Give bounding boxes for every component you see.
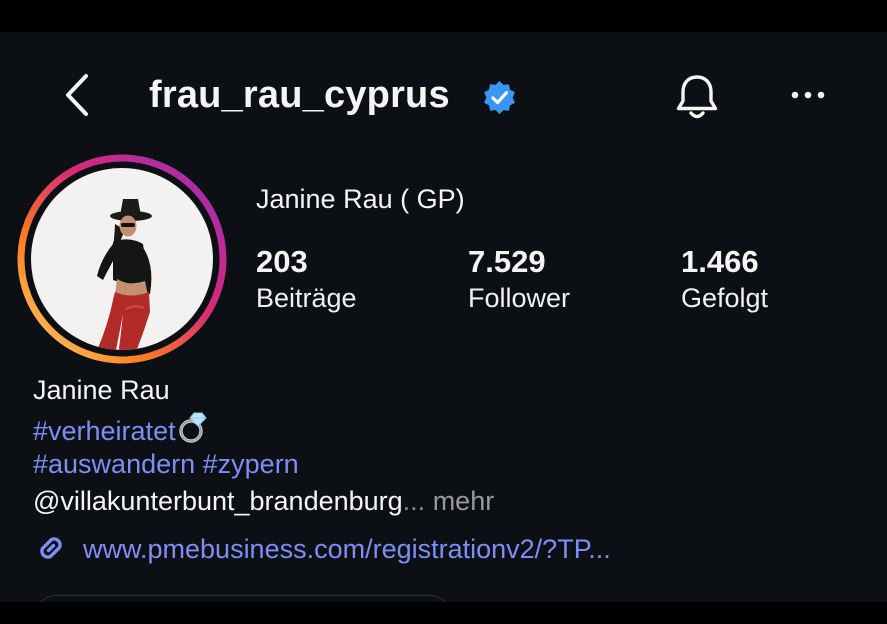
- profile-avatar-story-ring[interactable]: [17, 154, 227, 364]
- profile-website-link[interactable]: www.pmebusiness.com/registrationv2/?TP..…: [33, 529, 611, 569]
- bio-ellipsis: ...: [402, 486, 426, 516]
- more-options-button[interactable]: [786, 82, 830, 108]
- bell-icon: [676, 75, 718, 119]
- notifications-bell-button[interactable]: [673, 72, 721, 122]
- hashtag-link[interactable]: #zypern: [203, 449, 299, 479]
- back-button[interactable]: [58, 72, 98, 118]
- link-icon: [40, 537, 62, 559]
- website-url: www.pmebusiness.com/registrationv2/?TP..…: [83, 534, 611, 564]
- followers-count: 7.529: [468, 244, 546, 279]
- verified-badge-icon: [484, 80, 515, 115]
- partially-visible-button[interactable]: [35, 595, 451, 602]
- following-stat[interactable]: 1.466 Gefolgt: [681, 244, 768, 316]
- back-icon: [66, 74, 88, 116]
- followers-stat[interactable]: 7.529 Follower: [468, 244, 570, 316]
- bio-more-link[interactable]: mehr: [433, 486, 495, 516]
- ring-emoji-icon: [178, 412, 207, 443]
- hashtag-link[interactable]: #auswandern: [33, 449, 195, 479]
- bio-name: Janine Rau: [33, 375, 170, 405]
- following-count: 1.466: [681, 244, 759, 279]
- profile-username: frau_rau_cyprus: [149, 74, 450, 116]
- posts-count: 203: [256, 244, 308, 279]
- profile-header: frau_rau_cyprus: [0, 32, 887, 160]
- followers-label: Follower: [468, 283, 571, 313]
- posts-stat[interactable]: 203 Beiträge: [256, 244, 357, 316]
- following-label: Gefolgt: [681, 283, 769, 313]
- avatar: [17, 154, 227, 364]
- bio-line-mention: @villakunterbunt_brandenburg... mehr: [33, 483, 494, 520]
- bio-line-hashtag-married: #verheiratet: [33, 409, 494, 446]
- posts-label: Beiträge: [256, 283, 357, 313]
- more-icon: [791, 91, 825, 99]
- mention-link[interactable]: @villakunterbunt_brandenburg: [33, 486, 403, 516]
- display-name: Janine Rau ( GP): [256, 184, 465, 214]
- profile-bio: Janine Rau #verheiratet #auswandern #zyp…: [33, 372, 494, 520]
- bio-line-hashtags: #auswandern #zypern: [33, 446, 494, 483]
- hashtag-link[interactable]: #verheiratet: [33, 416, 176, 446]
- profile-screen: frau_rau_cyprus Janine Rau (GP) 203 Bei…: [0, 32, 887, 602]
